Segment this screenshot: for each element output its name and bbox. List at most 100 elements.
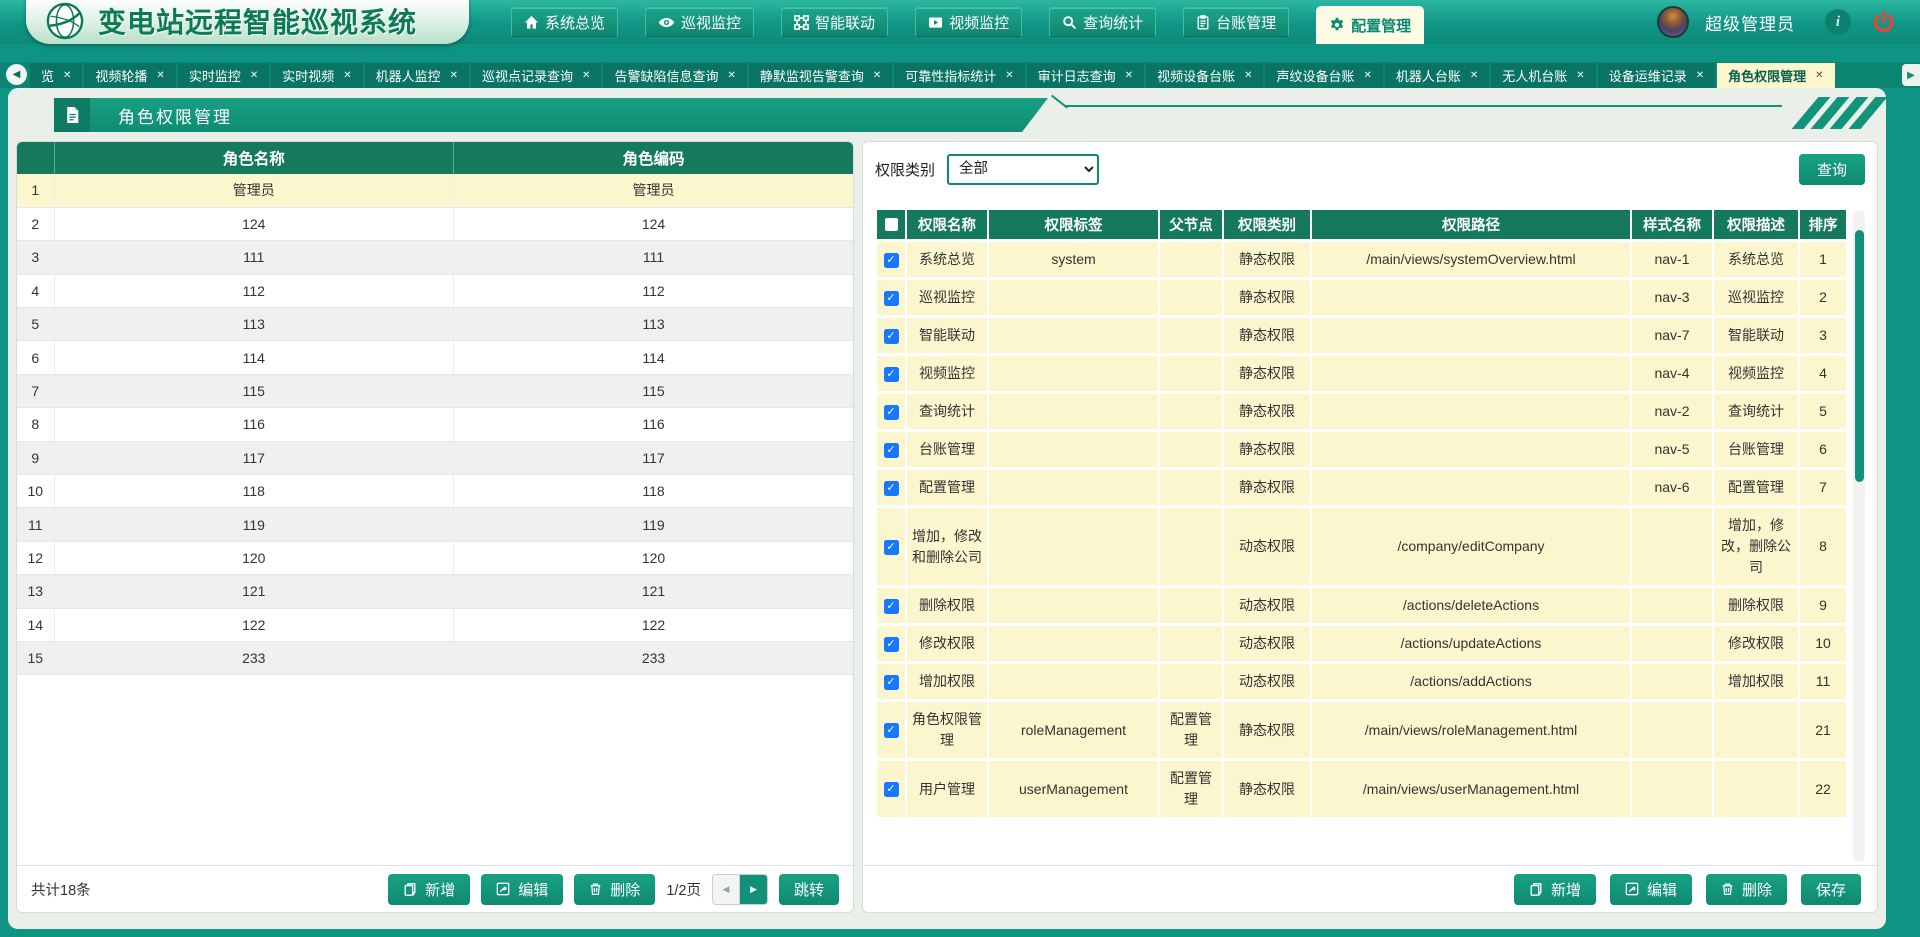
tab-close-icon[interactable]: ✕ [250, 70, 258, 81]
tab-close-icon[interactable]: ✕ [1696, 70, 1704, 81]
nav-button-search[interactable]: 查询统计 [1049, 7, 1156, 37]
role-row-121[interactable]: 13121121 [17, 575, 853, 608]
role-delete-button[interactable]: 删除 [574, 874, 655, 905]
nav-button-video[interactable]: 视频监控 [915, 7, 1022, 37]
jump-page-button[interactable]: 跳转 [779, 874, 839, 905]
nav-button-link[interactable]: 智能联动 [781, 7, 888, 37]
user-avatar[interactable] [1657, 6, 1689, 38]
perm-save-button[interactable]: 保存 [1801, 874, 1861, 905]
tab-角色权限管理[interactable]: 角色权限管理✕ [1717, 63, 1834, 88]
role-row-116[interactable]: 8116116 [17, 408, 853, 441]
tab-close-icon[interactable]: ✕ [156, 70, 164, 81]
tabs-scroll-left-icon[interactable]: ◀ [6, 64, 27, 85]
permission-row-删除权限[interactable]: 删除权限动态权限/actions/deleteActions删除权限9 [877, 588, 1846, 623]
row-checkbox-checked[interactable] [884, 291, 899, 306]
tab-close-icon[interactable]: ✕ [582, 70, 590, 81]
role-row-112[interactable]: 4112112 [17, 274, 853, 307]
permission-row-台账管理[interactable]: 台账管理静态权限nav-5台账管理6 [877, 432, 1846, 467]
info-icon[interactable]: i [1825, 9, 1851, 35]
tab-声纹设备台账[interactable]: 声纹设备台账✕ [1265, 63, 1382, 88]
tab-close-icon[interactable]: ✕ [873, 70, 881, 81]
role-row-122[interactable]: 14122122 [17, 608, 853, 641]
tab-close-icon[interactable]: ✕ [1125, 70, 1133, 81]
nav-button-clipboard[interactable]: 台账管理 [1183, 7, 1289, 37]
prev-page-icon[interactable]: ◀ [713, 875, 740, 904]
tab-静默监视告警查询[interactable]: 静默监视告警查询✕ [749, 63, 892, 88]
tab-览[interactable]: 览✕ [30, 63, 82, 88]
row-checkbox-checked[interactable] [884, 443, 899, 458]
nav-button-gear[interactable]: 配置管理 [1316, 6, 1424, 44]
tab-机器人台账[interactable]: 机器人台账✕ [1385, 63, 1489, 88]
role-row-124[interactable]: 2124124 [17, 207, 853, 240]
nav-button-home[interactable]: 系统总览 [511, 7, 618, 37]
tab-close-icon[interactable]: ✕ [450, 70, 458, 81]
tab-close-icon[interactable]: ✕ [1244, 70, 1252, 81]
permission-row-视频监控[interactable]: 视频监控静态权限nav-4视频监控4 [877, 356, 1846, 391]
tab-close-icon[interactable]: ✕ [63, 70, 71, 81]
perm-add-button[interactable]: 新增 [1514, 874, 1596, 905]
tab-close-icon[interactable]: ✕ [343, 70, 351, 81]
role-row-111[interactable]: 3111111 [17, 241, 853, 274]
perm-edit-button[interactable]: 编辑 [1610, 874, 1692, 905]
role-row-113[interactable]: 5113113 [17, 308, 853, 341]
permission-row-智能联动[interactable]: 智能联动静态权限nav-7智能联动3 [877, 318, 1846, 353]
role-row-管理员[interactable]: 1管理员管理员 [17, 174, 853, 207]
vertical-scrollbar[interactable] [1853, 210, 1865, 862]
nav-button-eye[interactable]: 巡视监控 [645, 7, 754, 37]
permission-row-系统总览[interactable]: 系统总览system静态权限/main/views/systemOverview… [877, 242, 1846, 277]
row-checkbox-checked[interactable] [884, 405, 899, 420]
tab-close-icon[interactable]: ✕ [1005, 70, 1013, 81]
tab-机器人监控[interactable]: 机器人监控✕ [365, 63, 469, 88]
permission-row-增加，修改和删除公司[interactable]: 增加，修改和删除公司动态权限/company/editCompany增加，修改，… [877, 508, 1846, 585]
select-all-checkbox[interactable] [885, 218, 898, 231]
row-checkbox-checked[interactable] [884, 253, 899, 268]
row-checkbox-checked[interactable] [884, 723, 899, 738]
tabs-scroll-right-icon[interactable]: ▶ [1902, 64, 1920, 86]
role-edit-button[interactable]: 编辑 [481, 874, 563, 905]
role-row-114[interactable]: 6114114 [17, 341, 853, 374]
role-row-117[interactable]: 9117117 [17, 441, 853, 474]
row-checkbox-checked[interactable] [884, 540, 899, 555]
role-row-119[interactable]: 11119119 [17, 508, 853, 541]
tab-实时视频[interactable]: 实时视频✕ [271, 63, 362, 88]
tab-close-icon[interactable]: ✕ [727, 70, 735, 81]
row-checkbox-checked[interactable] [884, 782, 899, 797]
row-checkbox-checked[interactable] [884, 329, 899, 344]
next-page-icon[interactable]: ▶ [740, 875, 767, 904]
role-row-120[interactable]: 12120120 [17, 541, 853, 574]
role-row-233[interactable]: 15233233 [17, 641, 853, 674]
tab-巡视点记录查询[interactable]: 巡视点记录查询✕ [471, 63, 601, 88]
permission-row-配置管理[interactable]: 配置管理静态权限nav-6配置管理7 [877, 470, 1846, 505]
permission-row-巡视监控[interactable]: 巡视监控静态权限nav-3巡视监控2 [877, 280, 1846, 315]
row-checkbox-checked[interactable] [884, 481, 899, 496]
permission-row-用户管理[interactable]: 用户管理userManagement配置管理静态权限/main/views/us… [877, 761, 1846, 817]
role-row-118[interactable]: 10118118 [17, 475, 853, 508]
logout-power-icon[interactable] [1871, 10, 1896, 35]
row-checkbox-checked[interactable] [884, 367, 899, 382]
tab-close-icon[interactable]: ✕ [1363, 70, 1371, 81]
row-checkbox-checked[interactable] [884, 675, 899, 690]
tab-close-icon[interactable]: ✕ [1576, 70, 1584, 81]
permission-row-修改权限[interactable]: 修改权限动态权限/actions/updateActions修改权限10 [877, 626, 1846, 661]
tab-视频轮播[interactable]: 视频轮播✕ [84, 63, 175, 88]
perm-type-select[interactable]: 全部 [947, 154, 1099, 185]
row-checkbox-checked[interactable] [884, 637, 899, 652]
perm-delete-button[interactable]: 删除 [1706, 874, 1787, 905]
tab-无人机台账[interactable]: 无人机台账✕ [1491, 63, 1595, 88]
role-add-button[interactable]: 新增 [388, 874, 470, 905]
query-button[interactable]: 查询 [1799, 154, 1865, 185]
permission-row-角色权限管理[interactable]: 角色权限管理roleManagement配置管理静态权限/main/views/… [877, 702, 1846, 758]
tab-视频设备台账[interactable]: 视频设备台账✕ [1146, 63, 1263, 88]
tab-告警缺陷信息查询[interactable]: 告警缺陷信息查询✕ [603, 63, 746, 88]
tab-close-icon[interactable]: ✕ [1470, 70, 1478, 81]
row-checkbox-checked[interactable] [884, 599, 899, 614]
permission-row-查询统计[interactable]: 查询统计静态权限nav-2查询统计5 [877, 394, 1846, 429]
tab-实时监控[interactable]: 实时监控✕ [178, 63, 269, 88]
tab-close-icon[interactable]: ✕ [1815, 70, 1823, 81]
tab-审计日志查询[interactable]: 审计日志查询✕ [1027, 63, 1144, 88]
scrollbar-thumb[interactable] [1855, 230, 1864, 482]
role-row-115[interactable]: 7115115 [17, 374, 853, 407]
tab-设备运维记录[interactable]: 设备运维记录✕ [1598, 63, 1715, 88]
tab-可靠性指标统计[interactable]: 可靠性指标统计✕ [894, 63, 1024, 88]
permission-row-增加权限[interactable]: 增加权限动态权限/actions/addActions增加权限11 [877, 664, 1846, 699]
